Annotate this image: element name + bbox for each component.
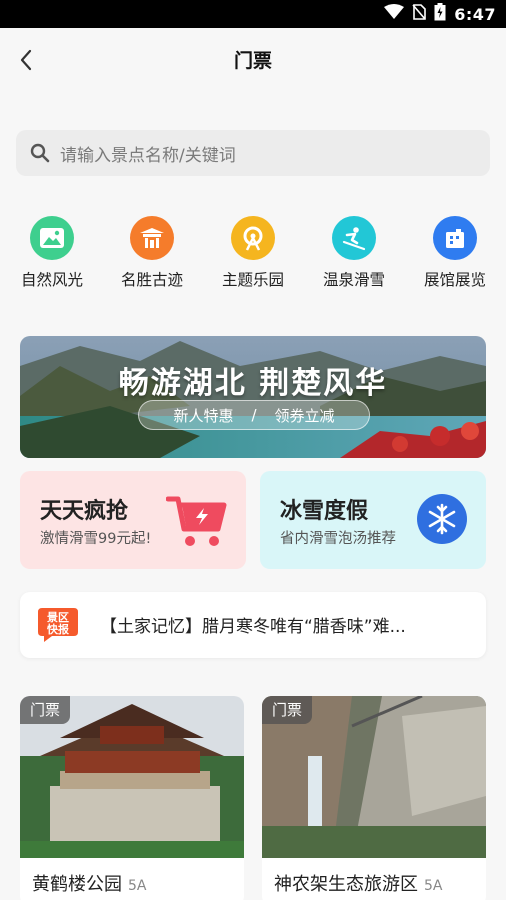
promo-subtitle: 省内滑雪泡汤推荐: [280, 531, 396, 547]
no-sim-icon: [412, 4, 427, 24]
pill-text-left: 新人特惠: [173, 406, 234, 425]
category-theme-park[interactable]: 主题乐园: [205, 216, 301, 290]
battery-icon: [434, 3, 446, 25]
promo-subtitle: 激情滑雪99元起!: [40, 531, 152, 547]
wifi-icon: [384, 4, 405, 24]
news-badge-icon: 景区 快报: [38, 608, 78, 642]
category-row: 自然风光 名胜古迹 主题乐园 温泉滑雪 展馆展览: [0, 216, 506, 296]
search-placeholder: 请输入景点名称/关键词: [60, 145, 236, 166]
header: 门票: [0, 28, 506, 92]
pill-separator: /: [251, 406, 257, 424]
category-museum[interactable]: 展馆展览: [407, 216, 503, 290]
landscape-icon: [30, 216, 74, 260]
ferris-wheel-icon: [231, 216, 275, 260]
category-label: 温泉滑雪: [322, 271, 385, 289]
spot-name-row: 黄鹤楼公园 5A: [32, 870, 146, 896]
status-bar: 6:47: [0, 0, 506, 28]
category-label: 展馆展览: [423, 271, 486, 289]
daily-deal-card[interactable]: 天天疯抢 激情滑雪99元起!: [20, 471, 246, 569]
category-label: 名胜古迹: [120, 271, 183, 289]
spot-tag: 门票: [262, 696, 313, 724]
search-input[interactable]: 请输入景点名称/关键词: [16, 130, 490, 176]
search-icon: [30, 143, 50, 163]
spot-name-row: 神农架生态旅游区 5A: [274, 870, 442, 896]
spot-card[interactable]: 门票 神农架生态旅游区 5A: [262, 696, 486, 900]
spot-card[interactable]: 门票 黄鹤楼公园 5A: [20, 696, 244, 900]
shopping-cart-icon: [166, 496, 227, 546]
promo-title: 天天疯抢: [40, 499, 129, 524]
museum-icon: [433, 216, 477, 260]
spot-tag: 门票: [20, 696, 71, 724]
news-badge-line2: 快报: [46, 622, 70, 636]
skier-icon: [332, 216, 376, 260]
snowflake-icon: [417, 494, 467, 544]
category-label: 自然风光: [20, 271, 83, 289]
category-natural-scenery[interactable]: 自然风光: [4, 216, 100, 290]
category-historic-sites[interactable]: 名胜古迹: [104, 216, 200, 290]
snow-holiday-card[interactable]: 冰雪度假 省内滑雪泡汤推荐: [260, 471, 486, 569]
spot-level: 5A: [128, 878, 147, 894]
spot-name: 神农架生态旅游区: [274, 874, 418, 895]
promo-banner[interactable]: 畅游湖北 荆楚风华 新人特惠 / 领券立减: [20, 336, 486, 458]
page-title: 门票: [233, 50, 272, 72]
pill-text-right: 领券立减: [274, 406, 335, 425]
promo-title: 冰雪度假: [280, 499, 369, 524]
banner-headline: 畅游湖北 荆楚风华: [118, 366, 388, 401]
pavilion-icon: [130, 216, 174, 260]
status-time: 6:47: [454, 4, 496, 24]
category-label: 主题乐园: [221, 271, 284, 289]
category-hotspring-ski[interactable]: 温泉滑雪: [306, 216, 402, 290]
spot-name: 黄鹤楼公园: [32, 874, 122, 895]
spot-level: 5A: [424, 878, 443, 894]
scenic-news-ticker[interactable]: 景区 快报 【土家记忆】腊月寒冬唯有“腊香味”难...: [20, 592, 486, 658]
news-text: 【土家记忆】腊月寒冬唯有“腊香味”难...: [100, 617, 406, 637]
banner-pill: 新人特惠 / 领券立减: [138, 400, 370, 430]
